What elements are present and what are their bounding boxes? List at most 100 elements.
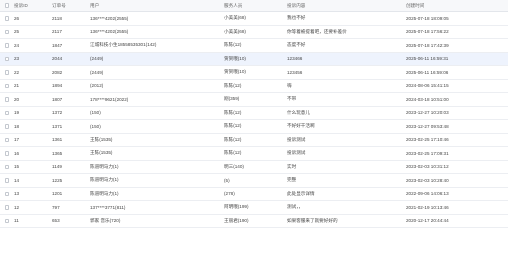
cell-content: 如果客服来了就要好好的 bbox=[287, 217, 338, 223]
checkbox-icon[interactable] bbox=[4, 137, 10, 142]
cell-content: 不带 bbox=[287, 96, 297, 102]
row-select[interactable] bbox=[0, 83, 14, 88]
table-row[interactable]: 11 653 郭家 音乐(720) 王丽君(190) 如果客服来了就要好好的 2020-1… bbox=[0, 215, 508, 228]
cell-content: 测试，， bbox=[287, 204, 304, 210]
cell-id: 13 bbox=[14, 191, 20, 197]
cell-user: 江城科技小生18558535301(142) bbox=[90, 42, 157, 48]
cell-time: 2023-02-25 17:10:46 bbox=[406, 137, 449, 143]
table-row[interactable]: 25 2117 136****4202(2555) 小美美(68) 你等着被提着吧，还要… bbox=[0, 26, 508, 39]
cell-staff: 贺贺哦(10) bbox=[224, 69, 246, 75]
cell-user: 陈道明马力(1) bbox=[90, 190, 119, 196]
checkbox-icon[interactable] bbox=[4, 151, 10, 156]
checkbox-icon[interactable] bbox=[4, 164, 10, 169]
row-select[interactable] bbox=[0, 137, 14, 142]
cell-id: 14 bbox=[14, 177, 20, 183]
cell-user: 王陈(1535) bbox=[90, 136, 113, 142]
cell-staff: (278) bbox=[224, 191, 235, 197]
row-select[interactable] bbox=[0, 178, 14, 183]
table-row[interactable]: 14 1225 陈道明马力(1) (5) 完整 2023-02-03 10:28:40 bbox=[0, 174, 508, 188]
cell-staff: 陈陈(12) bbox=[224, 82, 242, 88]
table-row[interactable]: 19 1372 (150) 陈陈(12) 什么玩意儿 2023-12-27 10:20:0… bbox=[0, 107, 508, 120]
table-row[interactable]: 12 797 137****3771(811) 阿明哦(199) 测试，， 2021-02… bbox=[0, 201, 508, 215]
table-row[interactable]: 13 1201 陈道明马力(1) (278) 此处显示详情 2022-09-06 14:0… bbox=[0, 188, 508, 201]
cell-user: 136****4202(2555) bbox=[90, 29, 129, 35]
table-row[interactable]: 24 1847 江城科技小生18558535301(142) 陈陈(12) 态度不好 20… bbox=[0, 39, 508, 53]
checkbox-icon[interactable] bbox=[4, 56, 10, 61]
table-row[interactable]: 21 1894 (2012) 陈陈(12) 嗨 2024-08-06 15:41:15 bbox=[0, 80, 508, 93]
row-select[interactable] bbox=[0, 124, 14, 129]
cell-id: 17 bbox=[14, 137, 20, 143]
cell-user: (2012) bbox=[90, 83, 104, 89]
checkbox-icon[interactable] bbox=[4, 83, 10, 88]
checkbox-icon[interactable] bbox=[4, 29, 10, 34]
header-order: 订单号 bbox=[52, 2, 66, 8]
cell-id: 16 bbox=[14, 150, 20, 156]
checkbox-icon[interactable] bbox=[4, 178, 10, 183]
table-row[interactable]: 17 1361 王陈(1535) 陈陈(12) 投诉测试 2023-02-25 17:10… bbox=[0, 134, 508, 147]
cell-user: 137****3771(811) bbox=[90, 204, 126, 210]
cell-content: 嗨 bbox=[287, 82, 292, 88]
header-id: 投诉ID bbox=[14, 2, 28, 8]
checkbox-icon[interactable] bbox=[4, 70, 10, 75]
cell-id: 26 bbox=[14, 15, 20, 21]
cell-order: 2118 bbox=[52, 15, 62, 21]
complaints-table: 投诉ID 订单号 用户 服务人员 投诉内容 创建时间 26 2118 136****… bbox=[0, 0, 508, 228]
cell-order: 1847 bbox=[52, 42, 63, 48]
checkbox-icon[interactable] bbox=[4, 124, 10, 129]
checkbox-icon[interactable] bbox=[4, 218, 10, 223]
cell-id: 15 bbox=[14, 164, 20, 170]
header-content: 投诉内容 bbox=[287, 2, 306, 8]
table-row[interactable]: 16 1365 王陈(1535) 陈陈(12) 投诉测试 2023-02-25 17:09… bbox=[0, 147, 508, 161]
cell-id: 20 bbox=[14, 96, 20, 102]
checkbox-icon[interactable] bbox=[4, 110, 10, 115]
cell-staff: 陈陈(12) bbox=[224, 109, 242, 115]
row-select[interactable] bbox=[0, 29, 14, 34]
row-select[interactable] bbox=[0, 56, 14, 61]
row-select[interactable] bbox=[0, 205, 14, 210]
table-row[interactable]: 23 2044 (2449) 贺贺哦(10) 123466 2025-06-11 16:5… bbox=[0, 52, 508, 66]
cell-staff: 贺贺哦(10) bbox=[224, 55, 246, 61]
cell-user: (150) bbox=[90, 110, 101, 116]
cell-user: 136****4202(2555) bbox=[90, 15, 129, 21]
row-select[interactable] bbox=[0, 164, 14, 169]
table-row[interactable]: 15 1149 陈道明马力(1) 明三(140) 实时 2023-02-03 10:31:… bbox=[0, 161, 508, 174]
cell-id: 23 bbox=[14, 56, 20, 62]
table-header: 投诉ID 订单号 用户 服务人员 投诉内容 创建时间 bbox=[0, 0, 508, 12]
cell-order: 1807 bbox=[52, 96, 63, 102]
cell-content: 不好好干活啊 bbox=[287, 123, 315, 129]
checkbox-icon[interactable] bbox=[4, 43, 10, 48]
cell-user: (2449) bbox=[90, 56, 104, 62]
row-select[interactable] bbox=[0, 43, 14, 48]
row-select[interactable] bbox=[0, 110, 14, 115]
table-row[interactable]: 26 2118 136****4202(2555) 小美美(68) 我也不好 2025-0… bbox=[0, 12, 508, 26]
row-select[interactable] bbox=[0, 97, 14, 102]
cell-content: 实时 bbox=[287, 163, 297, 169]
cell-content: 我也不好 bbox=[287, 15, 306, 21]
checkbox-icon[interactable] bbox=[4, 191, 10, 196]
table-row[interactable]: 22 2082 (2449) 贺贺哦(10) 123456 2025-06-11 16:5… bbox=[0, 66, 508, 80]
cell-time: 2025-06-11 16:59:31 bbox=[406, 56, 449, 62]
checkbox-icon[interactable] bbox=[4, 97, 10, 102]
checkbox-icon[interactable] bbox=[4, 16, 10, 21]
cell-content: 此处显示详情 bbox=[287, 190, 315, 196]
cell-user: 陈道明马力(1) bbox=[90, 177, 119, 183]
header-select-all[interactable] bbox=[0, 3, 14, 8]
checkbox-icon[interactable] bbox=[4, 3, 10, 8]
cell-time: 2025-07-18 17:56:22 bbox=[406, 29, 449, 35]
table-row[interactable]: 20 1807 178****9621(2022) 刚(359) 不带 2024-03-1… bbox=[0, 93, 508, 107]
cell-order: 797 bbox=[52, 204, 60, 210]
table-body: 26 2118 136****4202(2555) 小美美(68) 我也不好 2025-0… bbox=[0, 12, 508, 228]
checkbox-icon[interactable] bbox=[4, 205, 10, 210]
cell-id: 12 bbox=[14, 204, 20, 210]
row-select[interactable] bbox=[0, 70, 14, 75]
cell-order: 1225 bbox=[52, 177, 63, 183]
row-select[interactable] bbox=[0, 191, 14, 196]
cell-time: 2025-06-11 16:59:06 bbox=[406, 69, 449, 75]
row-select[interactable] bbox=[0, 16, 14, 21]
row-select[interactable] bbox=[0, 151, 14, 156]
cell-content: 什么玩意儿 bbox=[287, 109, 310, 115]
table-row[interactable]: 18 1371 (150) 陈陈(12) 不好好干活啊 2023-12-27 09:53:… bbox=[0, 120, 508, 134]
row-select[interactable] bbox=[0, 218, 14, 223]
cell-order: 1894 bbox=[52, 83, 63, 89]
cell-user: (2449) bbox=[90, 69, 104, 75]
